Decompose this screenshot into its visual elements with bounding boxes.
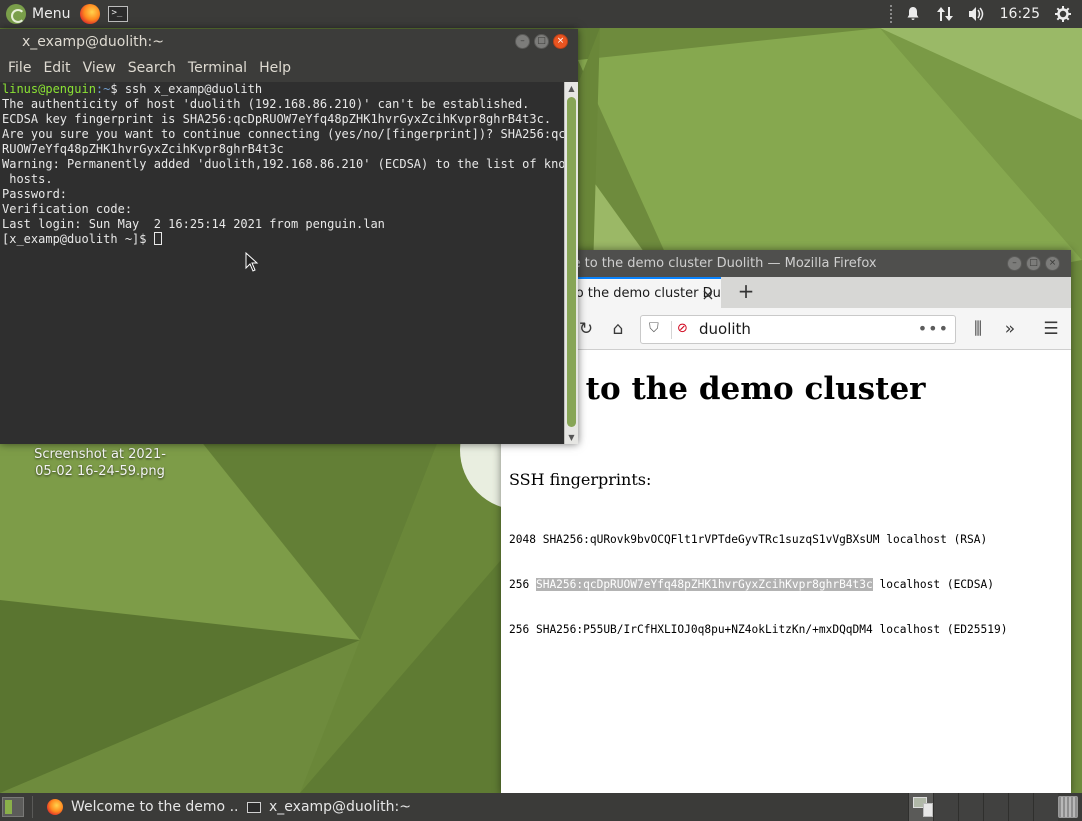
terminal-titlebar[interactable]: x_examp@duolith:~ – □ × bbox=[0, 29, 578, 55]
fingerprint-row: 2048 SHA256:qURovk9bvOCQFlt1rVPTdeGyvTRc… bbox=[509, 533, 988, 546]
page-content: Welcome to the demo cluster Duolith SSH … bbox=[501, 350, 1071, 795]
terminal-line: hosts. bbox=[2, 172, 53, 186]
terminal-command-line: linus@penguin:~$ ssh x_examp@duolith bbox=[2, 82, 263, 96]
url-text[interactable]: duolith bbox=[699, 316, 751, 343]
workspace-3[interactable] bbox=[958, 793, 983, 821]
taskbar-terminal[interactable]: x_examp@duolith:~ bbox=[239, 794, 415, 820]
tray-grip[interactable] bbox=[889, 5, 894, 23]
menu-file[interactable]: File bbox=[2, 55, 37, 82]
system-tray: 16:25 bbox=[889, 0, 1082, 28]
insecure-lock-icon[interactable]: ⊘ bbox=[677, 321, 693, 337]
desktop-file-icon[interactable]: Screenshot at 2021- 05-02 16-24-59.png bbox=[20, 446, 180, 480]
terminal-output[interactable]: linus@penguin:~$ ssh x_examp@duolith The… bbox=[0, 82, 564, 444]
new-tab-button[interactable]: + bbox=[733, 277, 759, 308]
workspace-switcher bbox=[908, 793, 1058, 821]
terminal-icon: >_ bbox=[108, 6, 129, 22]
close-tab-icon[interactable]: × bbox=[701, 281, 715, 308]
urlbar-separator bbox=[671, 321, 672, 339]
terminal-icon bbox=[247, 801, 261, 813]
library-icon[interactable]: ⫼ bbox=[965, 316, 991, 342]
taskbar-terminal-label: x_examp@duolith:~ bbox=[269, 799, 411, 815]
url-bar[interactable]: ⛉ ⊘ duolith ••• bbox=[640, 315, 956, 344]
terminal-line: Password: bbox=[2, 187, 68, 201]
firefox-icon bbox=[47, 799, 63, 815]
terminal-line: Are you sure you want to continue connec… bbox=[2, 127, 564, 141]
firefox-navbar: ↻ ⌂ ⛉ ⊘ duolith ••• ⫼ » ☰ bbox=[501, 308, 1071, 350]
network-icon[interactable] bbox=[936, 5, 954, 23]
terminal-prompt-line: [x_examp@duolith ~]$ bbox=[2, 232, 562, 247]
desktop-file-label-line2: 05-02 16-24-59.png bbox=[35, 464, 165, 479]
minimize-button[interactable]: – bbox=[515, 34, 530, 49]
taskbar-firefox[interactable]: Welcome to the demo ... bbox=[39, 794, 239, 820]
workspace-4[interactable] bbox=[983, 793, 1008, 821]
panel-separator bbox=[32, 796, 33, 818]
terminal-window: x_examp@duolith:~ – □ × File Edit View S… bbox=[0, 29, 578, 444]
terminal-menubar: File Edit View Search Terminal Help bbox=[0, 55, 578, 82]
terminal-line: ECDSA key fingerprint is SHA256:qcDpRUOW… bbox=[2, 112, 552, 126]
selected-fingerprint[interactable]: SHA256:qcDpRUOW7eYfq48pZHK1hvrGyxZcihKvp… bbox=[535, 578, 873, 591]
menu-terminal[interactable]: Terminal bbox=[182, 55, 253, 82]
mouse-pointer-icon bbox=[245, 252, 259, 272]
maximize-button[interactable]: □ bbox=[534, 34, 549, 49]
firefox-titlebar[interactable]: Welcome to the demo cluster Duolith — Mo… bbox=[501, 250, 1071, 277]
firefox-tabstrip: Welcome to the demo cluster Duolith × + bbox=[501, 277, 1071, 308]
firefox-launcher[interactable] bbox=[76, 0, 104, 28]
bell-icon[interactable] bbox=[904, 5, 922, 23]
page-title: Welcome to the demo cluster Duolith bbox=[501, 371, 926, 446]
volume-icon[interactable] bbox=[968, 5, 986, 23]
minimize-button[interactable]: – bbox=[1007, 256, 1022, 271]
distro-logo-icon bbox=[6, 4, 26, 24]
menu-view[interactable]: View bbox=[77, 55, 122, 82]
firefox-window: Welcome to the demo cluster Duolith — Mo… bbox=[501, 250, 1071, 795]
hamburger-menu-icon[interactable]: ☰ bbox=[1038, 316, 1064, 342]
show-desktop-button[interactable] bbox=[2, 797, 24, 817]
terminal-cursor bbox=[153, 232, 162, 245]
fingerprint-row: 256 SHA256:P55UB/IrCfHXLIOJ0q8pu+NZ4okLi… bbox=[509, 623, 1008, 636]
workspace-2[interactable] bbox=[933, 793, 958, 821]
terminal-scrollbar[interactable]: ▲ ▼ bbox=[564, 82, 578, 444]
firefox-icon bbox=[80, 4, 101, 24]
terminal-line: Verification code: bbox=[2, 202, 133, 216]
maximize-button[interactable]: □ bbox=[1026, 256, 1041, 271]
fingerprint-row: 256 SHA256:qcDpRUOW7eYfq48pZHK1hvrGyxZci… bbox=[509, 578, 994, 591]
menu-button[interactable]: Menu bbox=[0, 0, 76, 28]
tracking-shield-icon[interactable]: ⛉ bbox=[649, 320, 663, 338]
gear-icon[interactable] bbox=[1054, 5, 1072, 23]
workspace-5[interactable] bbox=[1008, 793, 1033, 821]
ssh-fingerprints-label: SSH fingerprints: bbox=[509, 470, 652, 489]
close-button[interactable]: × bbox=[553, 34, 568, 49]
bottom-panel: Welcome to the demo ... x_examp@duolith:… bbox=[0, 793, 1082, 821]
menu-search[interactable]: Search bbox=[122, 55, 182, 82]
desktop-file-label-line1: Screenshot at 2021- bbox=[34, 447, 166, 462]
clock[interactable]: 16:25 bbox=[1000, 6, 1040, 22]
scroll-down-icon[interactable]: ▼ bbox=[565, 431, 578, 444]
terminal-window-title: x_examp@duolith:~ bbox=[22, 34, 164, 50]
firefox-window-controls: – □ × bbox=[1007, 256, 1060, 271]
scrollbar-thumb[interactable] bbox=[567, 97, 576, 427]
top-panel: Menu >_ 16:25 bbox=[0, 0, 1082, 28]
menu-edit[interactable]: Edit bbox=[37, 55, 76, 82]
terminal-line: Last login: Sun May 2 16:25:14 2021 from… bbox=[2, 217, 385, 231]
menu-help[interactable]: Help bbox=[253, 55, 297, 82]
terminal-line: The authenticity of host 'duolith (192.1… bbox=[2, 97, 530, 111]
terminal-window-controls: – □ × bbox=[515, 34, 568, 49]
close-button[interactable]: × bbox=[1045, 256, 1060, 271]
terminal-launcher[interactable]: >_ bbox=[104, 0, 132, 28]
overflow-chevron-icon[interactable]: » bbox=[997, 316, 1023, 342]
home-icon[interactable]: ⌂ bbox=[605, 316, 631, 342]
trash-icon[interactable] bbox=[1058, 796, 1078, 818]
scroll-up-icon[interactable]: ▲ bbox=[565, 82, 578, 95]
terminal-line: Warning: Permanently added 'duolith,192.… bbox=[2, 157, 564, 171]
taskbar-firefox-label: Welcome to the demo ... bbox=[71, 799, 239, 815]
menu-label: Menu bbox=[32, 6, 71, 22]
workspace-6[interactable] bbox=[1033, 793, 1058, 821]
page-actions-icon[interactable]: ••• bbox=[918, 316, 949, 341]
workspace-1[interactable] bbox=[908, 793, 933, 821]
fingerprint-list: 2048 SHA256:qURovk9bvOCQFlt1rVPTdeGyvTRc… bbox=[509, 502, 1007, 667]
terminal-line: RUOW7eYfq48pZHK1hvrGyxZcihKvpr8ghrB4t3c bbox=[2, 142, 284, 156]
